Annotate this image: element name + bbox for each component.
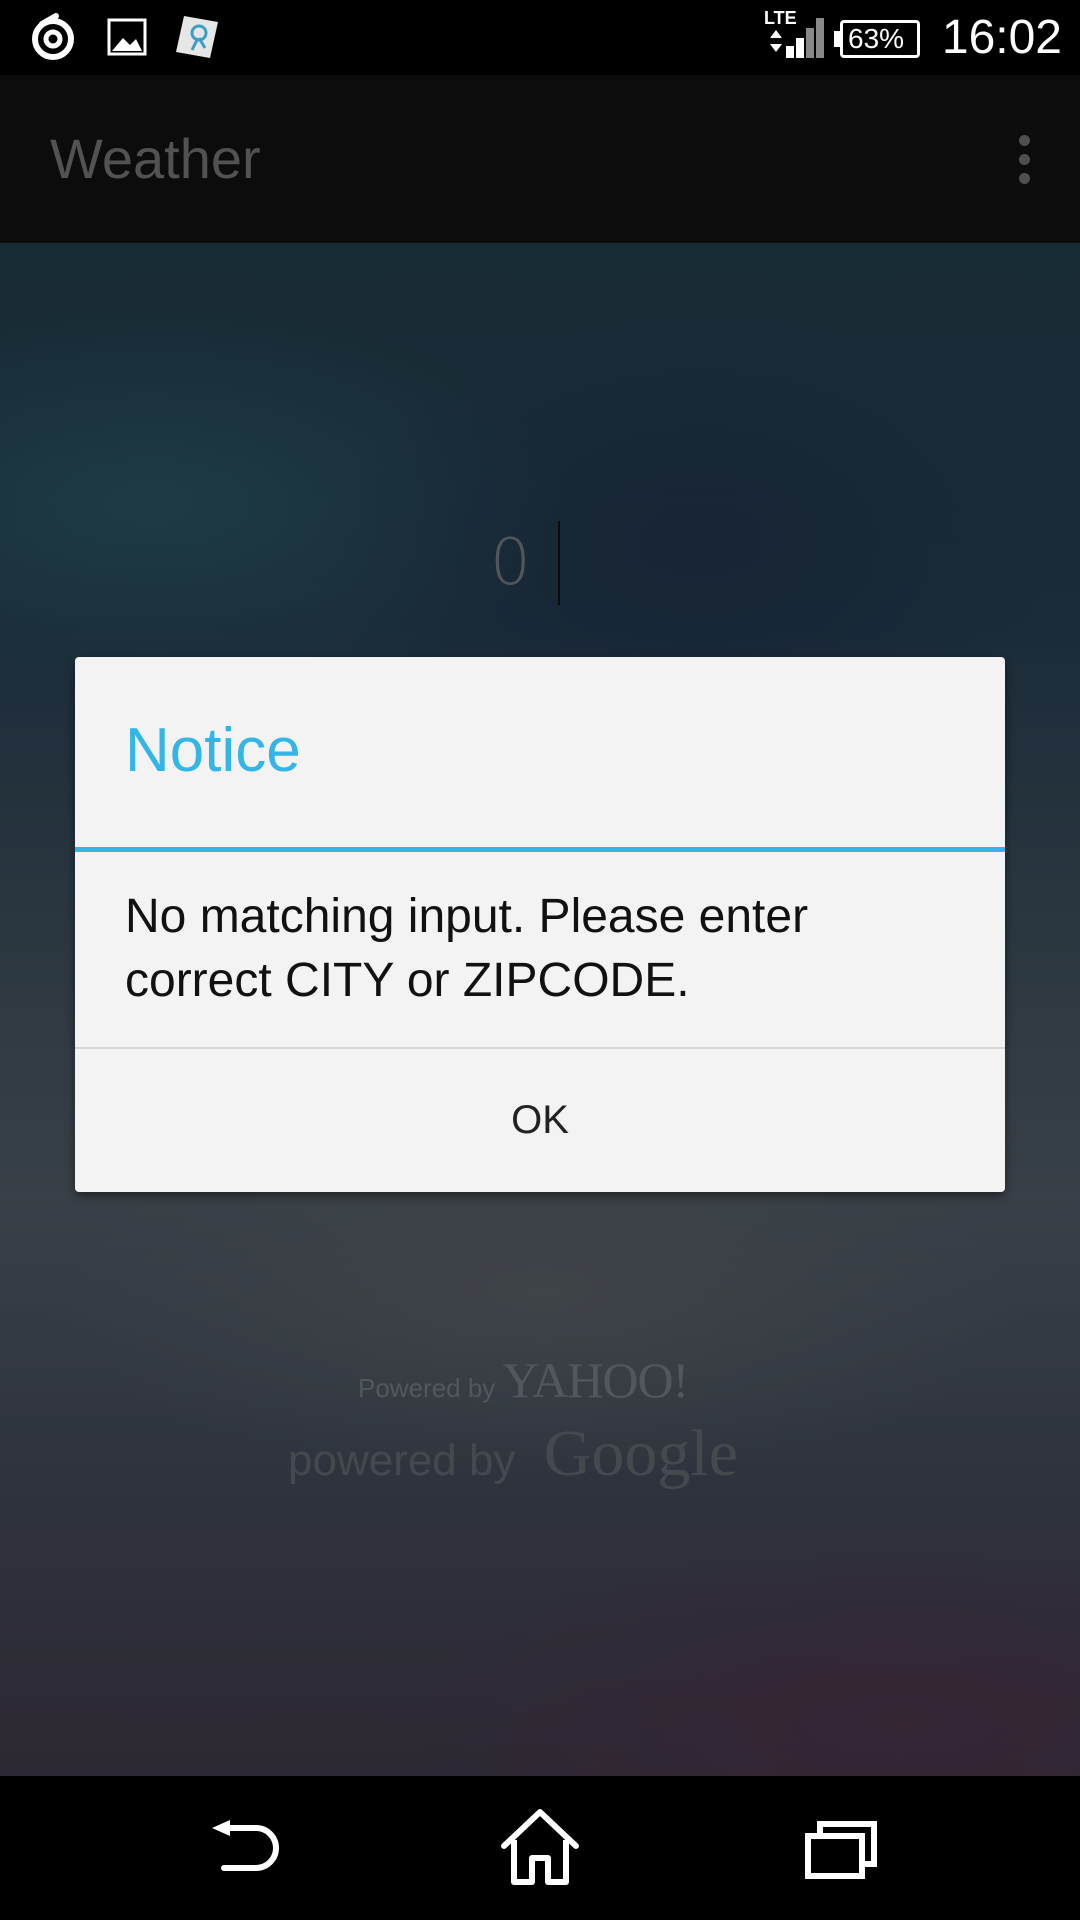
lte-signal-icon: LTE: [762, 0, 824, 75]
dialog-message: No matching input. Please enter correct …: [125, 890, 809, 1007]
battery-icon: 63%: [834, 0, 924, 75]
status-bar: LTE 63% 16:02: [0, 0, 1080, 75]
swirl-notification-icon: [28, 12, 78, 62]
ok-button[interactable]: OK: [75, 1049, 1005, 1192]
battery-percent: 63%: [848, 23, 905, 54]
home-icon[interactable]: [490, 1798, 590, 1898]
beam-notification-icon: [172, 12, 222, 62]
back-icon[interactable]: [190, 1798, 290, 1898]
title-divider: [75, 847, 1005, 852]
clock: 16:02: [941, 11, 1062, 64]
navigation-bar: [0, 1776, 1080, 1920]
image-notification-icon: [103, 12, 153, 62]
notice-dialog: Notice No matching input. Please enter c…: [75, 657, 1005, 1192]
dialog-title: Notice: [125, 716, 301, 785]
recent-apps-icon[interactable]: [790, 1798, 890, 1898]
